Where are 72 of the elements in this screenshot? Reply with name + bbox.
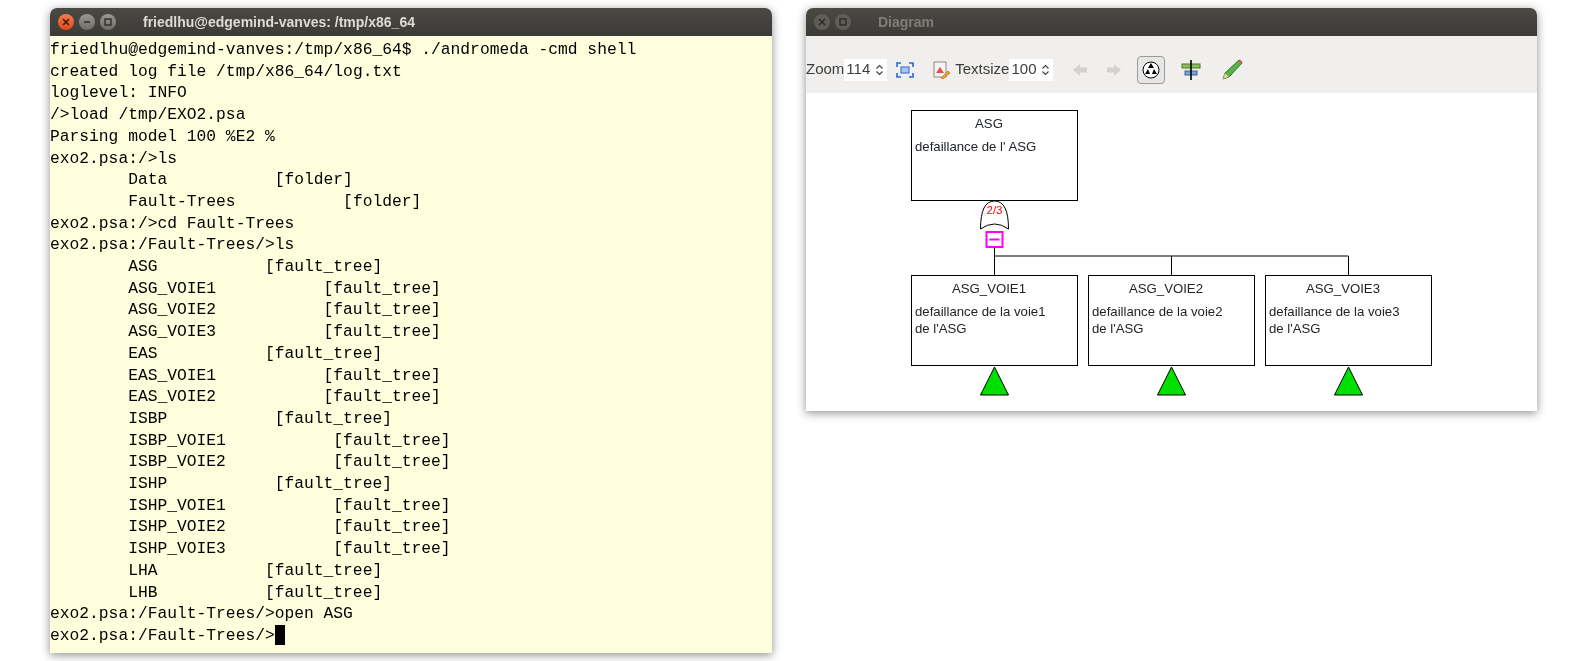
event-title: ASG_VOIE2 — [1127, 280, 1204, 297]
entry-name: EAS — [128, 342, 158, 365]
entry-name: ASG_VOIE1 — [128, 277, 217, 300]
event-title: ASG_VOIE3 — [1304, 280, 1381, 297]
entry-name: ISBP_VOIE2 — [128, 451, 226, 474]
entry-name: ISHP_VOIE2 — [128, 516, 226, 539]
entry-name: EAS_VOIE2 — [128, 386, 217, 408]
textsize-spinner[interactable]: 100 — [1009, 58, 1054, 81]
entry-type: [fault_tree] — [323, 299, 441, 322]
event-description: defaillance de la voie2 de l'ASG — [1092, 303, 1224, 337]
maximize-button[interactable] — [100, 14, 116, 30]
terminal-line: />load /tmp/EXO2.psa — [50, 104, 246, 126]
entry-type: [fault_tree] — [333, 538, 451, 560]
zoom-spinner[interactable]: 114 — [844, 58, 888, 81]
collapse-icon[interactable] — [985, 231, 1004, 248]
entry-name: ISHP_VOIE1 — [128, 494, 226, 517]
entry-name: ISHP_VOIE3 — [128, 538, 226, 560]
entry-type: [fault_tree] — [333, 429, 451, 452]
entry-type: [fault_tree] — [264, 559, 383, 582]
window-title: friedlhu@edgemind-vanves: /tmp/x86_64 — [143, 12, 415, 32]
entry-name: Fault-Trees — [128, 190, 236, 213]
terminal-line: Parsing model 100 %E2 % — [50, 125, 275, 148]
event-description: defaillance de la voie3 de l'ASG — [1269, 303, 1401, 337]
terminal-line: created log file /tmp/x86_64/log.txt — [50, 60, 402, 83]
entry-name: ISHP — [128, 473, 168, 495]
entry-name: LHB — [128, 581, 158, 604]
minimize-icon[interactable] — [83, 18, 91, 26]
entry-name: EAS_VOIE1 — [128, 364, 217, 387]
cursor-icon — [274, 625, 285, 645]
event-title: ASG_VOIE1 — [950, 280, 1027, 297]
entry-name: ASG_VOIE3 — [128, 321, 217, 343]
entry-type: [fault_tree] — [264, 342, 383, 365]
entry-name: LHA — [128, 559, 158, 582]
entry-type: [fault_tree] — [274, 473, 392, 495]
maximize-button[interactable] — [835, 14, 851, 30]
entry-type: [fault_tree] — [323, 364, 441, 387]
entry-type: [fault_tree] — [274, 407, 392, 430]
entry-type: [folder] — [274, 169, 353, 191]
terminal-line: exo2.psa:/>ls — [50, 147, 177, 170]
entry-name: ISBP_VOIE1 — [128, 429, 226, 452]
entry-name: Data — [128, 169, 168, 191]
terminal-line: exo2.psa:/Fault-Trees/>ls — [50, 234, 295, 257]
window-title: Diagram — [878, 12, 935, 32]
textsize-label: Textsize — [955, 59, 1010, 80]
zoom-label: Zoom — [806, 59, 845, 80]
close-button[interactable] — [58, 14, 74, 30]
entry-type: [fault_tree] — [323, 277, 441, 300]
terminal-line: exo2.psa:/>cd Fault-Trees — [50, 212, 295, 235]
close-icon[interactable] — [62, 18, 70, 26]
terminal-prompt: exo2.psa:/Fault-Trees/> — [50, 625, 275, 647]
entry-name: ASG_VOIE2 — [128, 299, 217, 322]
entry-type: [fault_tree] — [264, 256, 383, 278]
event-title: ASG — [974, 115, 1004, 132]
entry-type: [folder] — [343, 190, 422, 213]
entry-type: [fault_tree] — [333, 451, 451, 474]
entry-type: [fault_tree] — [323, 321, 441, 343]
maximize-icon[interactable] — [104, 18, 112, 26]
entry-type: [fault_tree] — [333, 494, 451, 517]
entry-type: [fault_tree] — [333, 516, 451, 539]
entry-name: ISBP — [128, 407, 168, 430]
minimize-button[interactable] — [79, 14, 95, 30]
terminal-line: friedlhu@edgemind-vanves:/tmp/x86_64$ ./andromeda -cmd shell — [50, 39, 637, 61]
terminal-line: loglevel: INFO — [50, 82, 187, 105]
terminal-line: exo2.psa:/Fault-Trees/>open ASG — [50, 603, 353, 625]
maximize-icon[interactable] — [839, 18, 847, 26]
entry-type: [fault_tree] — [264, 581, 383, 604]
entry-type: [fault_tree] — [323, 386, 441, 408]
event-description: defaillance de la voie1 de l'ASG — [915, 303, 1047, 337]
recycle-toggle[interactable] — [1137, 55, 1166, 84]
event-description: defaillance de l' ASG — [915, 138, 1038, 155]
gate-label: 2/3 — [985, 204, 1004, 217]
entry-name: ASG — [128, 256, 158, 278]
